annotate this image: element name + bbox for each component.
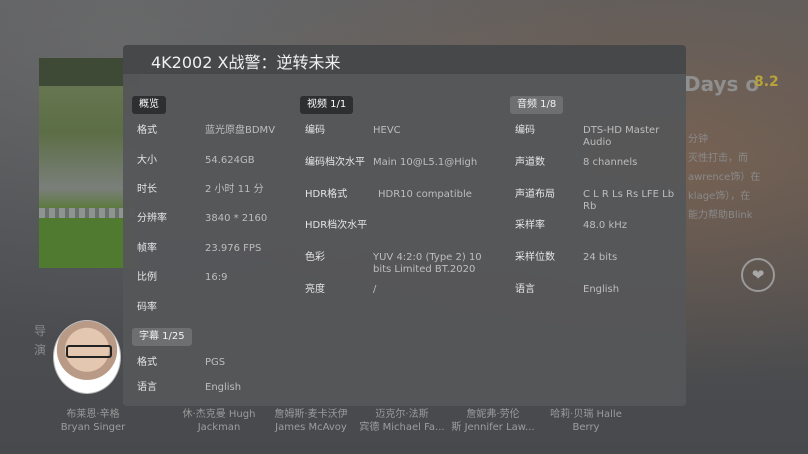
general-value-framerate: 23.976 FPS — [205, 243, 262, 254]
cast-name-cn: 哈莉·贝瑞 Halle — [550, 409, 622, 420]
general-value-size: 54.624GB — [205, 155, 255, 166]
general-label-framerate: 帧率 — [137, 243, 157, 254]
cast-item[interactable]: 哈莉·贝瑞 Halle Berry — [537, 408, 635, 434]
video-value-brightness: / — [373, 284, 377, 295]
audio-label-channels: 声道数 — [515, 157, 545, 168]
audio-label-language: 语言 — [515, 284, 535, 295]
audio-value-layout: C L R Ls Rs LFE Lb Rb — [583, 189, 675, 212]
background-rating: 8.2 — [754, 74, 779, 90]
audio-label-codec: 编码 — [515, 125, 535, 136]
video-value-hdr-format: HDR10 compatible — [378, 189, 472, 200]
video-label-brightness: 亮度 — [305, 284, 325, 295]
cast-name-cn: 休·杰克曼 Hugh — [182, 409, 256, 420]
subtitle-label-language: 语言 — [137, 382, 157, 393]
tab-subtitle[interactable]: 字幕 1/25 — [132, 328, 192, 346]
dialog-header: 4K2002 X战警：逆转未来 — [123, 45, 686, 74]
audio-value-language: English — [583, 284, 620, 295]
video-label-hdr-profile: HDR档次水平 — [305, 220, 368, 231]
video-value-profile: Main 10@L5.1@High — [373, 157, 478, 168]
video-value-codec: HEVC — [373, 125, 401, 136]
avatar-glasses — [66, 345, 112, 358]
general-value-aspect: 16:9 — [205, 272, 228, 283]
general-label-resolution: 分辨率 — [137, 213, 167, 224]
subtitle-label-format: 格式 — [137, 357, 157, 368]
director-avatar[interactable] — [53, 320, 121, 394]
audio-value-channels: 8 channels — [583, 157, 638, 168]
heart-icon: ❤ — [751, 266, 765, 284]
description-line: klage饰），在 — [688, 191, 751, 202]
cast-name-en: Berry — [572, 422, 600, 433]
subtitle-value-language: English — [205, 382, 242, 393]
audio-label-bitdepth: 采样位数 — [515, 252, 555, 263]
director-label: 导演 — [34, 324, 47, 357]
cast-name-cn: 詹妮弗·劳伦 — [466, 409, 520, 420]
background-movie-title: Days o — [684, 72, 760, 96]
cast-item[interactable]: 詹妮弗·劳伦 斯 Jennifer Law... — [444, 408, 542, 434]
video-label-codec: 编码 — [305, 125, 325, 136]
cast-item[interactable]: 迈克尔·法斯 宾德 Michael Fa... — [353, 408, 451, 434]
video-label-hdr-format: HDR格式 — [305, 189, 348, 200]
audio-value-bitdepth: 24 bits — [583, 252, 618, 263]
description-line: 灭性打击，而 — [688, 153, 748, 164]
subtitle-value-format: PGS — [205, 357, 226, 368]
background-description: 分钟 灭性打击，而 awrence饰）在 klage饰），在 能力帮助Blink — [688, 130, 806, 225]
general-label-size: 大小 — [137, 155, 157, 166]
cast-row: 布莱恩·辛格 Bryan Singer 休·杰克曼 Hugh Jackman 詹… — [48, 408, 668, 452]
general-value-format: 蓝光原盘BDMV — [205, 125, 276, 136]
tab-video[interactable]: 视频 1/1 — [300, 96, 354, 114]
cast-item[interactable]: 詹姆斯·麦卡沃伊 James McAvoy — [262, 408, 360, 434]
dialog-title: 4K2002 X战警：逆转未来 — [151, 53, 341, 72]
cast-name-cn: 詹姆斯·麦卡沃伊 — [274, 409, 348, 420]
general-label-aspect: 比例 — [137, 272, 157, 283]
cast-name-cn: 迈克尔·法斯 — [375, 409, 429, 420]
general-label-bitrate: 码率 — [137, 302, 157, 313]
cast-name-en: 斯 Jennifer Law... — [451, 422, 535, 433]
cast-item[interactable]: 休·杰克曼 Hugh Jackman — [170, 408, 268, 434]
video-label-color: 色彩 — [305, 252, 325, 263]
media-info-dialog: 4K2002 X战警：逆转未来 概览 格式 蓝光原盘BDMV 大小 54.624… — [123, 45, 686, 406]
audio-label-samplerate: 采样率 — [515, 220, 545, 231]
description-line: 能力帮助Blink — [688, 210, 753, 221]
audio-value-codec: DTS-HD Master Audio — [583, 125, 660, 148]
video-label-profile: 编码档次水平 — [305, 157, 365, 168]
audio-value-samplerate: 48.0 kHz — [583, 220, 628, 231]
description-line: 分钟 — [688, 134, 708, 145]
general-value-resolution: 3840 * 2160 — [205, 213, 268, 224]
general-label-format: 格式 — [137, 125, 157, 136]
tab-general[interactable]: 概览 — [132, 96, 166, 114]
general-label-duration: 时长 — [137, 184, 157, 195]
audio-label-layout: 声道布局 — [515, 189, 555, 200]
cast-item[interactable]: 布莱恩·辛格 Bryan Singer — [44, 408, 142, 434]
general-value-duration: 2 小时 11 分 — [205, 184, 264, 195]
cast-name-en: Bryan Singer — [60, 422, 126, 433]
cast-name-en: James McAvoy — [275, 422, 347, 433]
description-line: awrence饰）在 — [688, 172, 761, 183]
tab-audio[interactable]: 音频 1/8 — [510, 96, 564, 114]
cast-name-cn: 布莱恩·辛格 — [66, 409, 120, 420]
cast-name-en: Jackman — [197, 422, 241, 433]
favorite-button[interactable]: ❤ — [741, 258, 775, 292]
video-value-color: YUV 4:2:0 (Type 2) 10 bits Limited BT.20… — [373, 252, 482, 275]
cast-name-en: 宾德 Michael Fa... — [359, 422, 445, 433]
